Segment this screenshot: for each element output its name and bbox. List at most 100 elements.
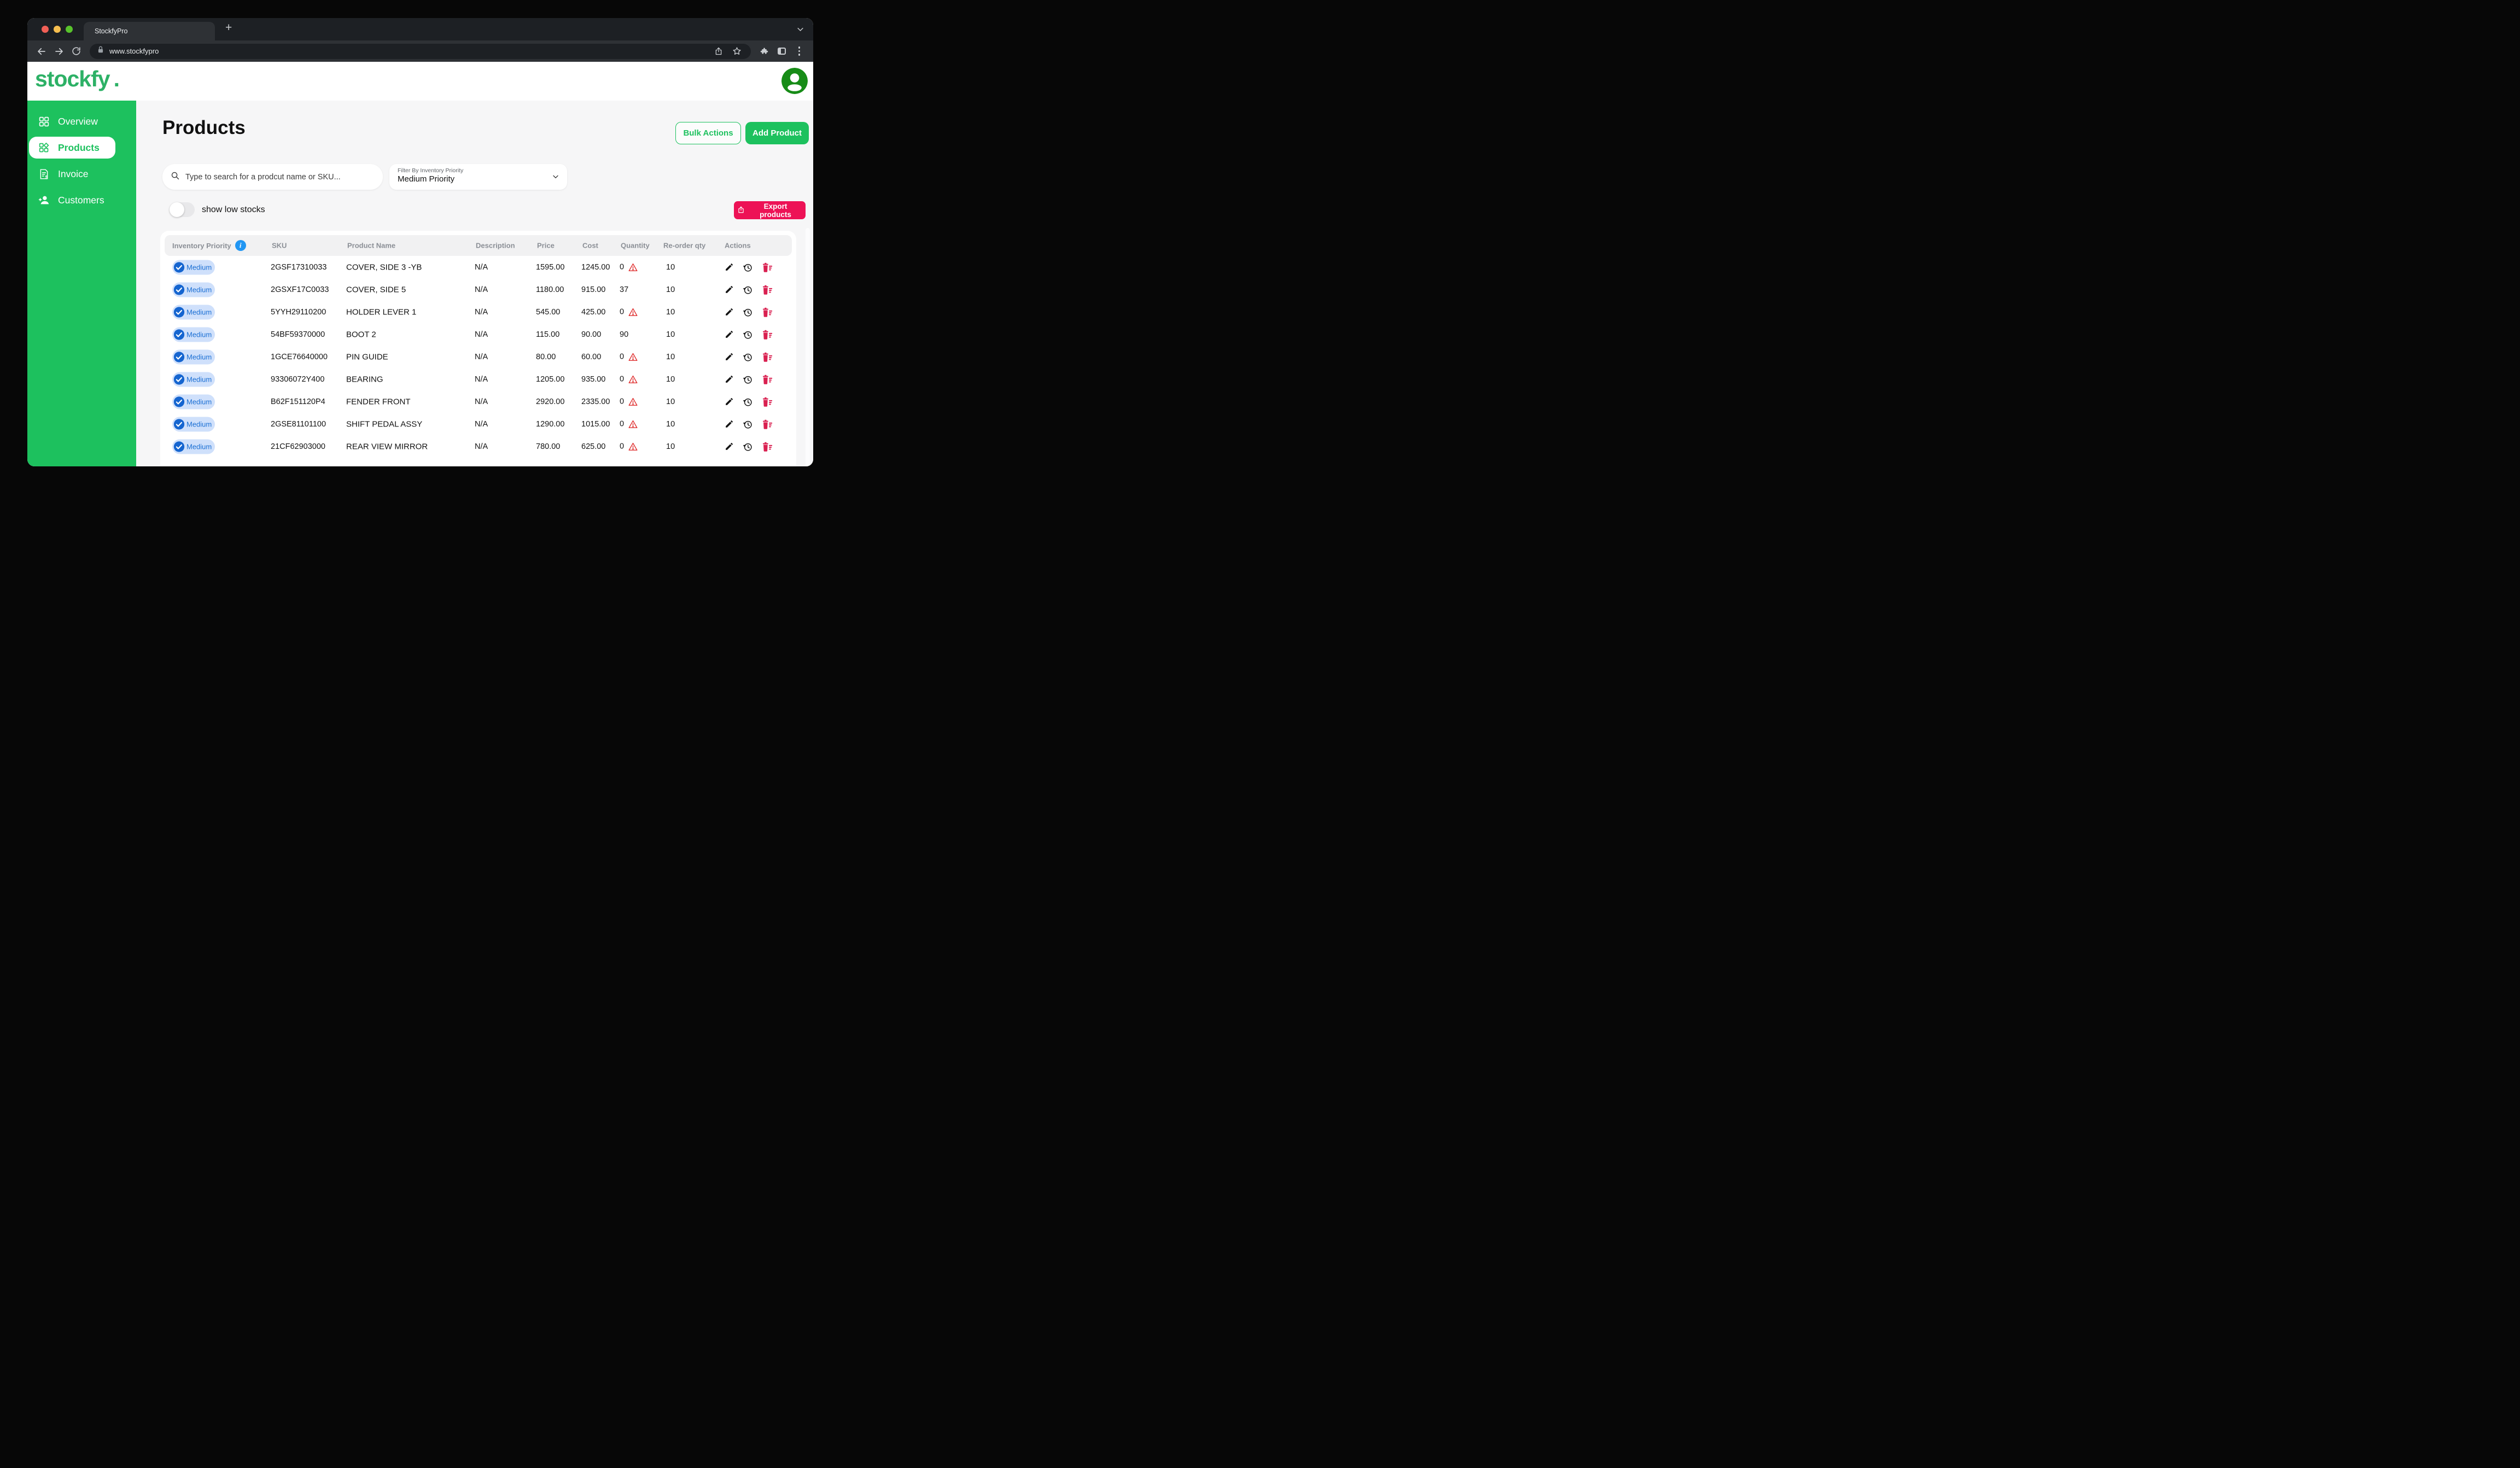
tab-search-chevron-icon[interactable] [796,25,804,33]
edit-product-button[interactable] [725,307,734,317]
sidebar-item-overview[interactable]: Overview [27,108,136,134]
product-name-cell: PIN GUIDE [346,352,388,361]
delete-product-button[interactable] [761,307,773,317]
delete-product-button[interactable] [761,352,773,362]
forward-button[interactable] [52,44,66,58]
product-name-cell: COVER, SIDE 5 [346,285,406,294]
col-quantity: Quantity [621,242,650,250]
edit-product-button[interactable] [725,375,734,384]
tab-title: StockfyPro [95,27,127,35]
pencil-icon [725,330,734,339]
history-icon [743,330,752,340]
check-circle-icon [173,441,185,452]
priority-badge: Medium [172,282,215,297]
browser-menu-icon[interactable] [792,44,806,58]
delete-product-button[interactable] [761,262,773,272]
search-input[interactable] [184,172,375,182]
price-cell: 115.00 [536,330,559,339]
scrollbar[interactable] [806,228,810,466]
col-actions: Actions [725,242,751,250]
edit-product-button[interactable] [725,352,734,361]
products-table: Inventory Priorityi SKU Product Name Des… [160,231,796,466]
chevron-down-icon [551,172,560,184]
low-stock-warning-icon [628,396,638,407]
person-add-icon [37,194,50,206]
low-stocks-row: show low stocks [170,202,265,217]
address-bar[interactable]: www.stockfypro [90,44,751,59]
edit-product-button[interactable] [725,285,734,294]
user-avatar-button[interactable] [781,68,808,94]
priority-label: Medium [186,330,212,338]
reorder-qty-cell: 10 [666,353,675,361]
quantity-cell: 37 [620,285,628,294]
edit-product-button[interactable] [725,262,734,272]
sidebar-item-customers[interactable]: Customers [27,187,136,213]
history-button[interactable] [743,419,752,429]
delete-product-button[interactable] [761,397,773,407]
sidebar-item-label: Customers [58,195,104,206]
history-button[interactable] [743,330,752,340]
history-button[interactable] [743,307,752,317]
actions-cell [725,419,773,429]
history-button[interactable] [743,285,752,295]
actions-cell [725,262,773,272]
quantity-cell: 0 [620,262,638,272]
delete-product-button[interactable] [761,442,773,452]
maximize-window-button[interactable] [66,26,73,33]
history-button[interactable] [743,375,752,384]
product-name-cell: HOLDER LEVER 1 [346,307,416,317]
history-icon [743,285,752,295]
sku-cell: 2GSE81101100 [271,420,326,429]
reload-button[interactable] [69,44,83,58]
export-products-button[interactable]: Export products [734,201,806,219]
history-button[interactable] [743,262,752,272]
priority-filter-select[interactable]: Filter By Inventory Priority Medium Prio… [389,164,567,190]
sidebar-item-invoice[interactable]: $ Invoice [27,161,136,187]
show-low-stocks-toggle[interactable] [170,202,195,217]
delete-product-button[interactable] [761,375,773,384]
product-name-cell: BOOT 2 [346,330,376,339]
price-cell: 1180.00 [536,285,564,294]
sidebar-item-products[interactable]: Products [29,137,115,159]
quantity-value: 0 [620,420,624,429]
reorder-qty-cell: 10 [666,442,675,451]
low-stock-warning-icon [628,307,638,317]
delete-product-button[interactable] [761,285,773,295]
product-name-cell: REAR VIEW MIRROR [346,442,428,451]
table-row: Medium 54BF59370000 BOOT 2 N/A 115.00 90… [160,323,796,346]
new-tab-button[interactable]: + [225,21,232,34]
minimize-window-button[interactable] [54,26,61,33]
sidebar-item-label: Products [58,142,100,154]
edit-product-button[interactable] [725,419,734,429]
edit-product-button[interactable] [725,330,734,339]
add-product-button[interactable]: Add Product [745,122,809,144]
description-cell: N/A [475,442,488,451]
history-button[interactable] [743,442,752,452]
close-window-button[interactable] [42,26,49,33]
app-logo: stockfy. [35,66,119,92]
priority-label: Medium [186,285,212,294]
trash-sweep-icon [761,330,773,340]
back-button[interactable] [34,44,48,58]
side-panel-icon[interactable] [775,44,789,58]
delete-product-button[interactable] [761,330,773,340]
bulk-actions-button[interactable]: Bulk Actions [675,122,741,144]
edit-product-button[interactable] [725,442,734,451]
description-cell: N/A [475,330,488,339]
quantity-cell: 0 [620,352,638,362]
edit-product-button[interactable] [725,397,734,406]
extensions-puzzle-icon[interactable] [757,44,771,58]
bookmark-star-icon[interactable] [730,44,744,58]
quantity-value: 37 [620,285,628,294]
svg-text:$: $ [45,174,48,179]
info-icon[interactable]: i [235,240,246,251]
share-icon[interactable] [711,44,725,58]
history-button[interactable] [743,397,752,407]
check-circle-icon [173,284,185,295]
actions-cell [725,397,773,407]
history-button[interactable] [743,352,752,362]
lock-icon [97,45,104,57]
browser-tab[interactable]: StockfyPro [84,22,215,40]
delete-product-button[interactable] [761,419,773,429]
table-row: Medium 5YYH29110200 HOLDER LEVER 1 N/A 5… [160,301,796,323]
